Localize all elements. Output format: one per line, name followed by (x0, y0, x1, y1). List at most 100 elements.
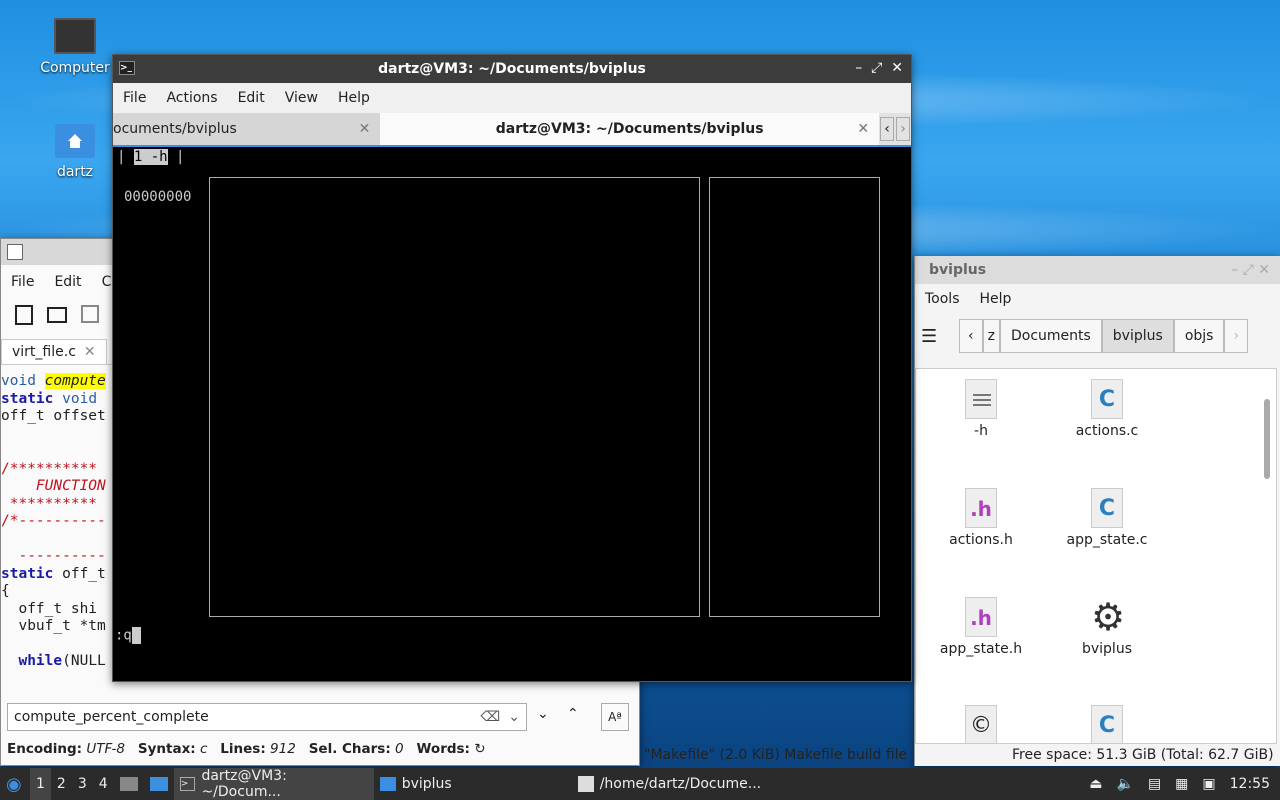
tab-scroll-right-icon[interactable]: › (896, 117, 910, 141)
task-editor[interactable]: /home/dartz/Docume... (572, 768, 772, 800)
file-name: -h (974, 423, 988, 439)
clear-icon[interactable]: ⌫ (480, 709, 500, 725)
file-manager-launcher-icon[interactable] (144, 768, 174, 800)
task-label: bviplus (401, 776, 452, 792)
status-label: Encoding: (7, 741, 83, 757)
file-item[interactable]: © (926, 705, 1036, 743)
file-item[interactable]: ⚙ bviplus (1052, 597, 1162, 657)
fm-titlebar[interactable]: bviplus – ⤢ ✕ (915, 256, 1280, 284)
search-input[interactable]: compute_percent_complete ⌫ ⌄ (7, 703, 527, 731)
status-label: Syntax: (137, 741, 196, 757)
editor-app-icon (7, 244, 23, 260)
breadcrumb-item[interactable]: z (982, 319, 1000, 353)
clock[interactable]: 12:55 (1230, 776, 1270, 792)
refresh-icon[interactable]: ↻ (474, 741, 485, 757)
close-icon[interactable]: ✕ (857, 121, 869, 137)
menu-view[interactable]: View (275, 90, 328, 106)
file-item[interactable]: .h actions.h (926, 488, 1036, 548)
command-text: :q (115, 627, 132, 644)
window-controls-icon[interactable]: – ⤢ ✕ (855, 60, 903, 76)
workspace-3[interactable]: 3 (72, 768, 93, 800)
file-item[interactable]: .h app_state.h (926, 597, 1036, 657)
terminal-menubar: File Actions Edit View Help (113, 83, 911, 113)
breadcrumb-item[interactable]: objs (1173, 319, 1225, 353)
terminal-titlebar[interactable]: >_ dartz@VM3: ~/Documents/bviplus – ⤢ ✕ (113, 55, 911, 83)
file-name: bviplus (1081, 641, 1132, 657)
workspace-4[interactable]: 4 (93, 768, 114, 800)
clipboard-icon[interactable]: ▤ (1148, 776, 1161, 792)
status-encoding: UTF-8 (86, 741, 125, 757)
menu-file[interactable]: File (1, 274, 44, 290)
menu-file[interactable]: File (113, 90, 156, 106)
new-file-icon[interactable] (15, 305, 33, 325)
home-folder-icon (55, 124, 95, 158)
menu-tools[interactable]: Tools (915, 291, 970, 307)
workspace-1[interactable]: 1 (30, 768, 51, 800)
menu-actions[interactable]: Actions (156, 90, 227, 106)
start-menu-icon[interactable]: ◉ (0, 768, 30, 800)
network-icon[interactable]: ▦ (1175, 776, 1188, 792)
desktop-icon-computer[interactable]: Computer (30, 18, 120, 76)
ascii-pane[interactable] (709, 177, 880, 617)
task-terminal[interactable]: > dartz@VM3: ~/Docum... (173, 768, 374, 800)
match-case-icon[interactable]: Aª (601, 703, 629, 731)
workspace-2[interactable]: 2 (51, 768, 72, 800)
file-view[interactable]: -h C actions.c .h actions.h C app_state.… (915, 368, 1277, 744)
breadcrumb-forward-icon[interactable]: › (1224, 319, 1249, 353)
file-item[interactable]: C actions.c (1052, 379, 1162, 439)
breadcrumb-item[interactable]: Documents (999, 319, 1102, 353)
file-manager-window: bviplus – ⤢ ✕ Tools Help ☰ ‹ z Documents… (914, 256, 1280, 766)
tab-label: virt_file.c (12, 344, 76, 360)
show-desktop-icon[interactable] (114, 768, 144, 800)
text-editor-icon (577, 776, 594, 792)
volume-icon[interactable]: 🔈 (1117, 776, 1134, 792)
tab-virt-file[interactable]: virt_file.c ✕ (1, 339, 107, 364)
status-label: Words: (416, 741, 470, 757)
breadcrumb-back-icon[interactable]: ‹ (959, 319, 983, 353)
search-value: compute_percent_complete (14, 709, 209, 725)
notification-icon[interactable]: ▣ (1202, 776, 1215, 792)
eject-icon[interactable]: ⏏ (1089, 776, 1102, 792)
file-name: app_state.h (939, 641, 1023, 657)
open-folder-icon[interactable] (47, 307, 67, 323)
desktop-icon-home[interactable]: dartz (30, 124, 120, 180)
task-bviplus[interactable]: bviplus (374, 768, 572, 800)
tab-scroll-left-icon[interactable]: ‹ (880, 117, 895, 141)
status-line: | 1 -h | (117, 149, 185, 165)
taskbar: ◉ 1 2 3 4 > dartz@VM3: ~/Docum... bviplu… (0, 768, 1280, 800)
window-controls-icon[interactable]: – ⤢ ✕ (1231, 262, 1270, 278)
status-label: Sel. Chars: (308, 741, 391, 757)
list-view-icon[interactable]: ☰ (921, 326, 959, 347)
save-icon[interactable] (81, 305, 99, 323)
code-view[interactable]: void compute static void off_t offset /*… (1, 373, 121, 671)
terminal-app-icon: >_ (119, 61, 135, 75)
hex-address: 00000000 (124, 189, 192, 205)
desktop-icon-label: Computer (40, 60, 110, 76)
file-item[interactable]: C (1052, 705, 1162, 743)
task-label: /home/dartz/Docume... (599, 776, 762, 792)
system-tray: ⏏ 🔈 ▤ ▦ ▣ 12:55 (1089, 776, 1280, 792)
header-file-icon: .h (965, 597, 997, 637)
close-icon[interactable]: ✕ (359, 121, 371, 137)
menu-help[interactable]: Help (328, 90, 380, 106)
close-icon[interactable]: ✕ (84, 344, 96, 360)
search-prev-icon[interactable]: ⌃ (567, 706, 579, 722)
tab-active[interactable]: dartz@VM3: ~/Documents/bviplus ✕ (380, 113, 880, 145)
file-item[interactable]: C app_state.c (1052, 488, 1162, 548)
menu-edit[interactable]: Edit (44, 274, 91, 290)
breadcrumb-item[interactable]: bviplus (1101, 319, 1174, 353)
search-next-icon[interactable]: ⌄ (537, 706, 549, 722)
tab-label: ocuments/bviplus (113, 121, 237, 137)
hex-pane[interactable] (209, 177, 700, 617)
scrollbar[interactable] (1264, 399, 1270, 479)
terminal-view[interactable]: | 1 -h | 00000000 :q (113, 147, 911, 681)
file-item[interactable]: -h (926, 379, 1036, 439)
c-source-file-icon: C (1091, 379, 1123, 419)
fm-title: bviplus (929, 262, 987, 278)
menu-help[interactable]: Help (970, 291, 1022, 307)
tab-inactive[interactable]: ocuments/bviplus ✕ (113, 113, 381, 145)
chevron-down-icon[interactable]: ⌄ (508, 709, 520, 725)
command-line[interactable]: :q (115, 627, 141, 644)
copyright-file-icon: © (965, 705, 997, 743)
menu-edit[interactable]: Edit (228, 90, 275, 106)
